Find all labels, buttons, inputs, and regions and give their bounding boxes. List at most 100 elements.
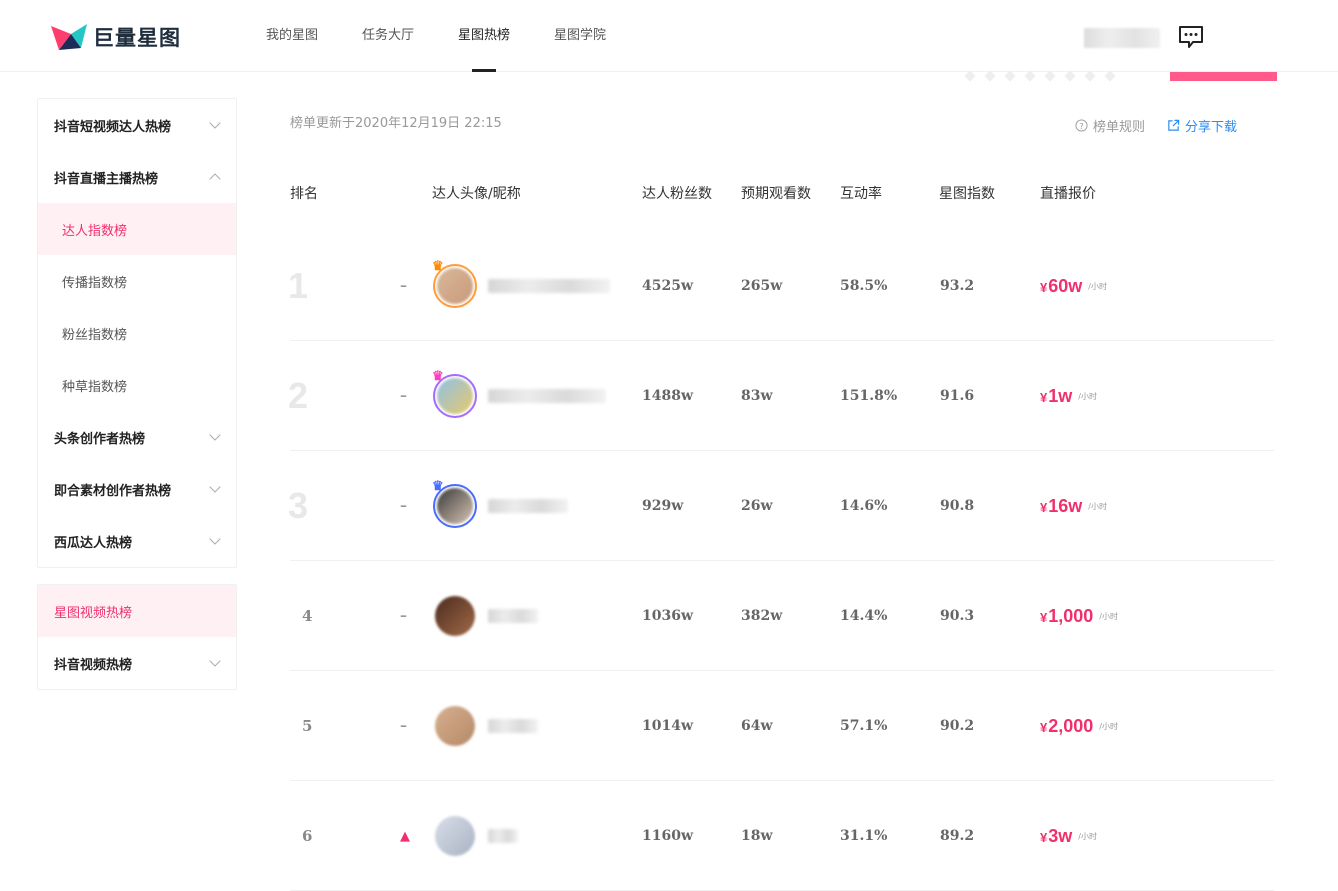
currency-symbol: ¥: [1040, 499, 1048, 515]
table-row[interactable]: 1 – ♛ 4525w 265w 58.5% 93.2 ¥60w /小时: [288, 231, 1274, 341]
col-fans: 达人粉丝数: [642, 186, 712, 202]
sidebar-item-star-video[interactable]: 星图视频热榜: [38, 585, 236, 637]
expected-views: 83w: [741, 388, 773, 404]
col-live-price: 直播报价: [1040, 186, 1096, 202]
sidebar-item-douyin-video-talent[interactable]: 抖音短视频达人热榜: [38, 99, 236, 151]
fans-count: 1014w: [642, 718, 694, 734]
interaction-rate: 151.8%: [840, 388, 898, 404]
avatar[interactable]: ♛: [432, 479, 477, 528]
trend-flat-icon: –: [400, 388, 407, 404]
message-icon[interactable]: [1178, 25, 1204, 49]
sidebar-item-jihe[interactable]: 即合素材创作者热榜: [38, 463, 236, 515]
star-index: 90.8: [940, 498, 975, 514]
nav-hot-list[interactable]: 星图热榜: [458, 0, 510, 72]
avatar[interactable]: [433, 814, 477, 858]
star-index: 89.2: [940, 828, 975, 844]
avatar[interactable]: ♛: [432, 369, 477, 418]
sidebar-item-douyin-live[interactable]: 抖音直播主播热榜: [38, 151, 236, 203]
col-views: 预期观看数: [741, 186, 811, 202]
sidebar-item-label: 头条创作者热榜: [54, 431, 146, 447]
col-interaction-rate: 互动率: [840, 186, 882, 202]
expected-views: 64w: [741, 718, 773, 734]
sidebar: 抖音短视频达人热榜 抖音直播主播热榜 达人指数榜 传播指数榜 粉丝指数榜 种草指…: [37, 98, 237, 690]
rank-number: 5: [302, 717, 313, 735]
chevron-down-icon: [209, 655, 221, 667]
nickname-blurred[interactable]: [488, 389, 606, 403]
share-download-link[interactable]: 分享下载: [1167, 116, 1237, 135]
sidebar-sub-seeding-index[interactable]: 种草指数榜: [38, 359, 236, 411]
expected-views: 382w: [741, 608, 783, 624]
help-icon: ?: [1075, 119, 1088, 132]
currency-symbol: ¥: [1040, 279, 1048, 295]
expected-views: 265w: [741, 278, 783, 294]
table-row[interactable]: 5 – 1014w 64w 57.1% 90.2 ¥2,000 /小时: [290, 671, 1274, 781]
interaction-rate: 14.6%: [840, 498, 888, 514]
price-value: 3w: [1048, 825, 1073, 846]
price-value: 1w: [1048, 385, 1073, 406]
nickname-blurred[interactable]: [488, 829, 518, 843]
sidebar-item-label: 即合素材创作者热榜: [54, 483, 172, 499]
share-label: 分享下载: [1185, 120, 1238, 135]
table-row[interactable]: 2 – ♛ 1488w 83w 151.8% 91.6 ¥1w /小时: [288, 341, 1274, 451]
sidebar-item-label: 西瓜达人热榜: [54, 535, 133, 551]
trend-flat-icon: –: [400, 718, 407, 734]
currency-symbol: ¥: [1040, 389, 1048, 405]
user-name-blurred[interactable]: [1084, 28, 1160, 48]
rank-number: 4: [302, 607, 313, 625]
star-index: 90.3: [940, 608, 975, 624]
banner-decoration: [964, 70, 1166, 82]
logo[interactable]: 巨量星图: [51, 22, 181, 52]
nav-my-star[interactable]: 我的星图: [266, 0, 318, 72]
top-header: 巨量星图 我的星图 任务大厅 星图热榜 星图学院: [0, 0, 1338, 72]
fans-count: 1036w: [642, 608, 694, 624]
rank-number: 1: [288, 265, 309, 306]
sidebar-item-xigua[interactable]: 西瓜达人热榜: [38, 515, 236, 567]
expected-views: 26w: [741, 498, 773, 514]
toolbar: ? 榜单规则 分享下载: [1075, 116, 1237, 135]
sidebar-sub-spread-index[interactable]: 传播指数榜: [38, 255, 236, 307]
svg-text:?: ?: [1079, 121, 1083, 131]
star-index: 90.2: [940, 718, 975, 734]
currency-symbol: ¥: [1040, 719, 1048, 735]
price-unit: /小时: [1099, 611, 1118, 621]
table-row[interactable]: 3 – ♛ 929w 26w 14.6% 90.8 ¥16w /小时: [288, 451, 1274, 561]
nav-task-hall[interactable]: 任务大厅: [362, 0, 414, 72]
price-unit: /小时: [1088, 281, 1107, 291]
live-price: ¥3w: [1040, 826, 1072, 847]
nickname-blurred[interactable]: [488, 719, 538, 733]
avatar[interactable]: ♛: [432, 259, 477, 308]
sidebar-sub-fans-index[interactable]: 粉丝指数榜: [38, 307, 236, 359]
fans-count: 1488w: [642, 388, 694, 404]
nickname-blurred[interactable]: [488, 279, 610, 293]
table-row[interactable]: 6 ▲ 1160w 18w 31.1% 89.2 ¥3w /小时: [290, 781, 1274, 891]
crown-icon: ♛: [432, 369, 444, 384]
col-star-index: 星图指数: [939, 186, 995, 202]
table-row[interactable]: 4 – 1036w 382w 14.4% 90.3 ¥1,000 /小时: [290, 561, 1274, 671]
chevron-down-icon: [209, 533, 221, 545]
crown-icon: ♛: [432, 259, 444, 274]
rank-number: 6: [302, 827, 313, 845]
sidebar-item-toutiao[interactable]: 头条创作者热榜: [38, 411, 236, 463]
avatar[interactable]: [433, 704, 477, 748]
rules-link[interactable]: ? 榜单规则: [1075, 116, 1145, 135]
price-unit: /小时: [1078, 831, 1097, 841]
nav-academy[interactable]: 星图学院: [554, 0, 606, 72]
trend-flat-icon: –: [400, 278, 407, 294]
sidebar-menu: 抖音短视频达人热榜 抖音直播主播热榜 达人指数榜 传播指数榜 粉丝指数榜 种草指…: [37, 98, 237, 568]
price-value: 60w: [1048, 275, 1083, 296]
nickname-blurred[interactable]: [488, 499, 568, 513]
col-avatar-nickname: 达人头像/昵称: [432, 186, 521, 202]
sidebar-item-douyin-video[interactable]: 抖音视频热榜: [38, 637, 236, 689]
chevron-down-icon: [209, 429, 221, 441]
avatar[interactable]: [433, 594, 477, 638]
update-time: 榜单更新于2020年12月19日 22:15: [290, 116, 502, 131]
sidebar-sub-talent-index[interactable]: 达人指数榜: [38, 203, 236, 255]
interaction-rate: 58.5%: [840, 278, 888, 294]
nickname-blurred[interactable]: [488, 609, 538, 623]
chevron-down-icon: [209, 117, 221, 129]
chevron-down-icon: [209, 481, 221, 493]
interaction-rate: 57.1%: [840, 718, 888, 734]
live-price: ¥2,000: [1040, 716, 1093, 737]
live-price: ¥1,000: [1040, 606, 1093, 627]
logo-icon: [51, 24, 87, 50]
